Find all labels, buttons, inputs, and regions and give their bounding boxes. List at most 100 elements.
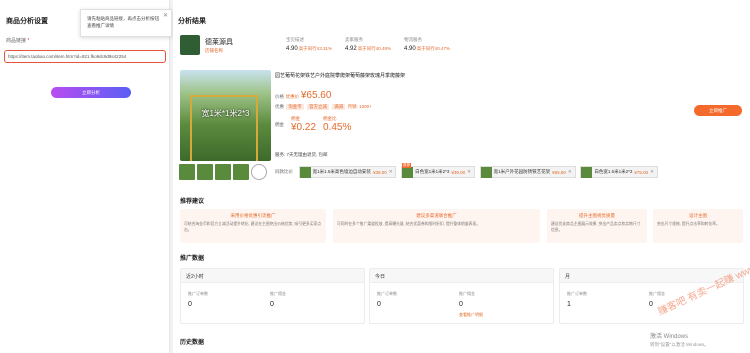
stat-key: 推广佣金 — [459, 291, 475, 296]
tooltip-text: 请先粘贴商品链接，再点击分析按钮查看推广详情 — [87, 16, 159, 28]
period-label: 今日 — [370, 269, 553, 283]
commission-label: 佣金 — [275, 122, 284, 127]
promo-data-card: 今日 推广订单数 0 推广佣金 0 查看推广明细 — [369, 268, 554, 324]
product-desc: 服务: 7天无理由退货, 包邮 — [275, 152, 328, 157]
recommend-title: 推荐建议 — [180, 199, 205, 205]
compare-thumb — [581, 166, 593, 178]
required-mark: * — [26, 38, 30, 44]
windows-activation-title: 激活 Windows — [650, 334, 689, 340]
stat-value: 1 — [567, 301, 571, 308]
recommend-heading: 设计主图 — [689, 213, 707, 218]
image-caption: 宽1米*1米2*3 — [201, 109, 250, 118]
commission-rate: 佣金比 0.45% — [323, 116, 351, 133]
promo-data-card: 近2小时 推广订单数 0 推广佣金 0 — [180, 268, 365, 324]
compare-item[interactable]: 宽1米户外花园防锈铁艺花架 ¥65.60 ✕ — [479, 166, 576, 178]
thumbnail[interactable] — [233, 164, 249, 180]
promo-label: 优惠 — [275, 104, 284, 109]
recommend-heading: 建议多渠道联合推广 — [416, 213, 457, 218]
close-icon[interactable]: ✕ — [467, 169, 471, 175]
recommend-body: 可结合淘金币和官方立减活动提升转化, 建议在主图突出价格优势, 吸引更多买家点击… — [184, 222, 322, 232]
thumbnail[interactable] — [197, 164, 213, 180]
stat-key: 推广佣金 — [649, 291, 665, 296]
metric-label: 宝贝描述 — [286, 37, 304, 42]
metric-diff: 高于同行43.31% — [298, 46, 332, 51]
promo-data-title: 推广数据 — [180, 256, 205, 262]
stat-key: 推广订单数 — [188, 291, 208, 296]
windows-activation-hint: 转到"设置"以激活 Windows。 — [650, 342, 709, 347]
commission-value: ¥0.22 — [291, 122, 317, 133]
thumbnail[interactable] — [179, 164, 195, 180]
compare-item[interactable]: 推荐 白色宽1米1米2*3 ¥39.00 ✕ — [401, 163, 475, 178]
results-title: 分析结果 — [178, 18, 206, 25]
metric-description: 宝贝描述 4.90高于同行43.31% — [286, 37, 332, 52]
details-link[interactable]: 查看推广明细 — [459, 312, 483, 318]
compare-row: 同款比价 宽1米1.5米高色墙边自动安装 ¥39.00 ✕ 推荐 白色宽1米1米2*3… — [275, 163, 750, 178]
promo-tag: 官方立减 — [307, 104, 330, 110]
recommend-body: 突出尺寸规格, 提升点击率和转化率。 — [657, 222, 720, 226]
panel-title: 商品分析设置 — [6, 18, 48, 25]
recommend-card: 建议多渠道联合推广 可同时在多个推广渠道投放, 提高曝光量, 结合优惠券和限时折… — [333, 209, 540, 243]
image-frame — [190, 95, 258, 97]
metric-value: 4.92 — [345, 46, 357, 52]
image-frame — [190, 95, 192, 161]
compare-price: ¥75.00 — [634, 169, 649, 175]
compare-item[interactable]: 宽1米1.5米高色墙边自动安装 ¥39.00 ✕ — [298, 166, 397, 178]
compare-text: 宽1米1.5米高色墙边自动安装 — [312, 169, 371, 174]
thumbnail[interactable] — [215, 164, 231, 180]
price-sub: 优惠价 — [285, 94, 300, 99]
url-input[interactable]: https://item.taobao.com/item.htm?id=921 … — [4, 50, 166, 63]
thumbnail-more[interactable] — [251, 164, 267, 180]
image-frame — [256, 95, 258, 161]
metric-label: 卖家服务 — [345, 37, 363, 42]
close-icon[interactable]: ✕ — [163, 13, 168, 20]
compare-thumb — [480, 166, 492, 178]
shop-name[interactable]: 德莱源具 — [205, 37, 233, 47]
compare-item[interactable]: 白色宽1.5米1米2*3 ¥75.00 ✕ — [580, 166, 658, 178]
compare-price: ¥39.00 — [451, 169, 466, 175]
commission-amount: 佣金 ¥0.22 — [291, 116, 316, 133]
promo-tag: 满减 — [332, 104, 346, 110]
promote-button[interactable]: 立即推广 — [694, 105, 742, 116]
hint-tooltip: 请先粘贴商品链接，再点击分析按钮查看推广详情 ✕ — [80, 9, 172, 37]
recommend-card: 采用价格优惠引流推广 可结合淘金币和官方立减活动提升转化, 建议在主图突出价格优… — [180, 209, 326, 243]
stat-key: 推广订单数 — [377, 291, 397, 296]
promo-tag: 淘金币 — [286, 104, 304, 110]
settings-panel: 商品分析设置 商品链接 * https://item.taobao.com/it… — [0, 0, 170, 353]
compare-thumb — [299, 166, 311, 178]
compare-price: ¥39.00 — [372, 169, 387, 175]
metric-value: 4.90 — [286, 46, 298, 52]
compare-price: ¥65.60 — [552, 169, 566, 175]
product-title[interactable]: 园艺葡萄花架铁艺户外庭院攀爬架葡萄藤架玫瑰月季爬藤架 — [275, 72, 485, 79]
stat-value: 0 — [459, 301, 463, 308]
recommend-card: 提升主图视觉质量 建议优化商品主图展示效果, 突出产品卖点和实物尺寸信息。 — [547, 209, 647, 243]
stat-value: 0 — [270, 301, 274, 308]
metric-value: 4.90 — [404, 46, 416, 52]
stat-key: 推广佣金 — [270, 291, 286, 296]
stat-value: 0 — [377, 301, 381, 308]
url-label-text: 商品链接 — [6, 38, 27, 44]
compare-text: 白色宽1米1米2*3 — [415, 169, 450, 174]
close-icon[interactable]: ✕ — [650, 169, 654, 175]
metric-logistics: 物流服务 4.90高于同行40.47% — [404, 37, 450, 52]
metric-service: 卖家服务 4.92高于同行40.48% — [345, 37, 391, 52]
stat-value: 0 — [649, 301, 653, 308]
recommend-heading: 采用价格优惠引流推广 — [230, 213, 276, 218]
close-icon[interactable]: ✕ — [568, 169, 572, 175]
analyze-button[interactable]: 立即分析 — [51, 87, 131, 98]
close-icon[interactable]: ✕ — [389, 169, 393, 175]
metric-diff: 高于同行40.48% — [357, 46, 391, 51]
commission-block: 佣金 佣金 ¥0.22 佣金比 0.45% — [275, 116, 351, 133]
price-row: 价格 优惠价 ¥65.60 — [275, 90, 331, 101]
history-title: 历史数据 — [180, 340, 205, 346]
product-image[interactable]: 宽1米*1米2*3 — [180, 70, 271, 161]
price-label: 价格 — [275, 94, 284, 99]
promo-row: 优惠 淘金币 官方立减 满减 月销: 1000+ — [275, 104, 372, 110]
url-field-label: 商品链接 * — [6, 37, 29, 44]
metric-label: 物流服务 — [404, 37, 422, 42]
recommend-body: 可同时在多个推广渠道投放, 提高曝光量, 结合优惠券和限时折扣, 提升整体销量表… — [337, 222, 481, 226]
monthly-sales: 月销: 1000+ — [347, 104, 372, 109]
compare-text: 白色宽1.5米1米2*3 — [594, 169, 633, 174]
shop-tag: 店铺名称 — [205, 48, 223, 53]
compare-text: 宽1米户外花园防锈铁艺花架 — [493, 169, 551, 174]
price-value: ¥65.60 — [300, 90, 332, 101]
